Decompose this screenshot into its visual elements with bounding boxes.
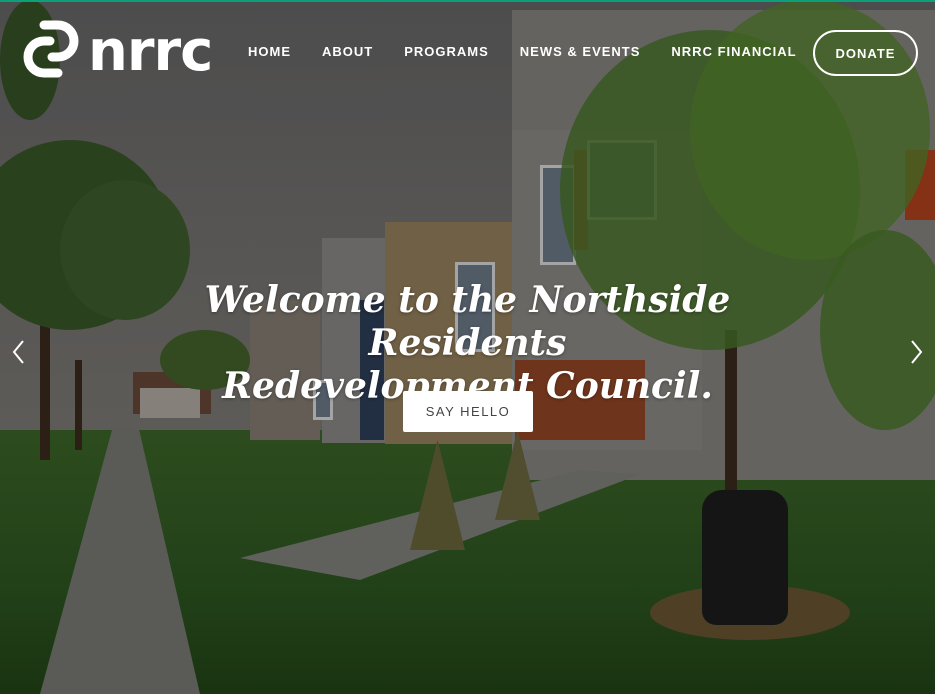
say-hello-button[interactable]: SAY HELLO [403, 391, 533, 432]
donate-button[interactable]: DONATE [813, 30, 918, 76]
chevron-left-icon [12, 340, 24, 364]
nav-item-about[interactable]: ABOUT [322, 44, 373, 59]
chevron-right-icon [911, 340, 923, 364]
main-navigation: HOME ABOUT PROGRAMS NEWS & EVENTS NRRC F… [248, 44, 828, 59]
logo-wordmark: nrrc [88, 19, 213, 84]
carousel-prev-button[interactable] [8, 338, 30, 366]
linked-chain-icon [16, 19, 86, 79]
site-logo[interactable]: nrrc [16, 18, 213, 84]
nav-item-programs[interactable]: PROGRAMS [404, 44, 489, 59]
nav-item-news-events[interactable]: NEWS & EVENTS [520, 44, 641, 59]
nav-item-home[interactable]: HOME [248, 44, 291, 59]
hero-headline-line-1: Welcome to the Northside Residents [204, 279, 731, 364]
nav-item-nrrc-financial[interactable]: NRRC FINANCIAL [671, 44, 796, 59]
hero-headline: Welcome to the Northside Residents Redev… [120, 279, 815, 408]
carousel-next-button[interactable] [905, 338, 927, 366]
top-accent-line [0, 0, 935, 2]
